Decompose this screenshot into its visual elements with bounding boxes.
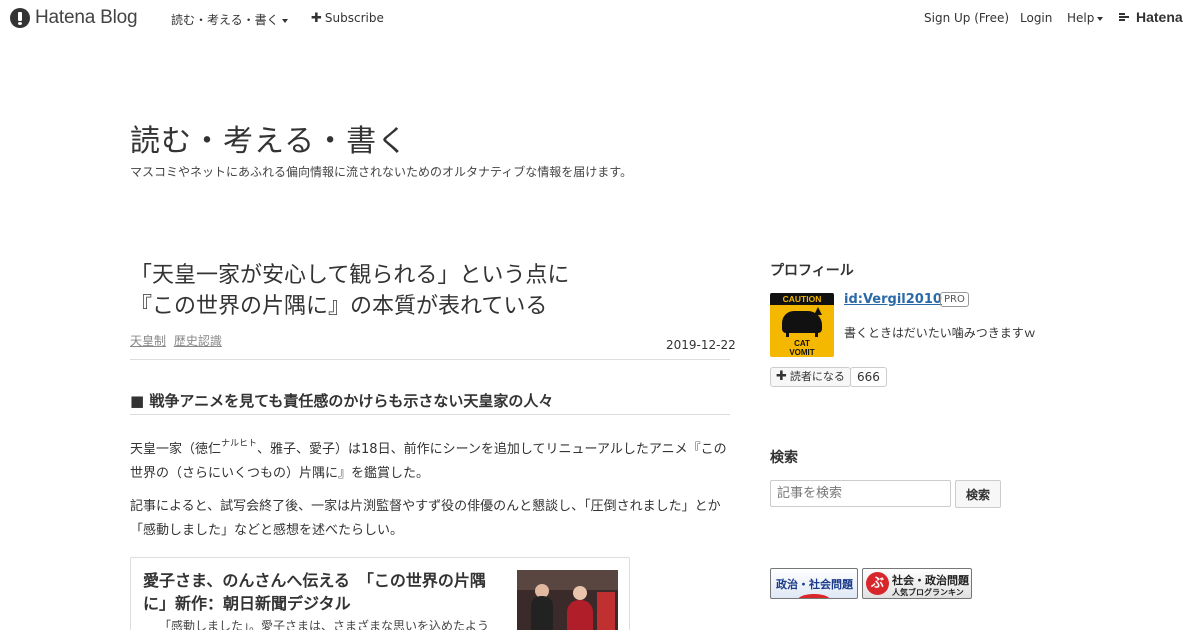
plus-icon: ✚ (311, 11, 322, 26)
help-label: Help (1067, 11, 1095, 25)
embed-card-snippet: 「感動しました」。愛子さまは、さまざまな思いを込めたよう (159, 619, 490, 630)
category-link[interactable]: 天皇制 (130, 334, 166, 348)
subscribe-label: Subscribe (324, 11, 384, 25)
entry-categories: 天皇制 歴史認識 (130, 332, 226, 349)
embed-card[interactable]: 愛子さま、のんさんへ伝える 「この世界の片隅に」新作：朝日新聞デジタル 「感動し… (130, 557, 630, 630)
chevron-down-icon (1097, 16, 1104, 21)
ranking-logo-icon: ぶ (866, 572, 889, 595)
banner-label: 政治・社会問題 (776, 578, 853, 591)
section-heading: ■ 戦争アニメを見ても責任感のかけらも示さない天皇家の人々 (130, 392, 554, 410)
blog-title[interactable]: 読む・考える・書く (130, 116, 408, 160)
signup-link[interactable]: Sign Up (Free) (924, 11, 1009, 25)
reader-button-label: 読者になる (789, 370, 845, 383)
avatar[interactable]: CAUTION CAT VOMIT (770, 293, 834, 357)
global-header: Hatena Blog 読む・考える・書く ✚ Subscribe Sign Up… (0, 0, 1200, 36)
blog-menu[interactable]: 読む・考える・書く (171, 11, 288, 28)
subscribe-button[interactable]: ✚ Subscribe (311, 11, 384, 26)
chevron-down-icon (281, 18, 288, 23)
banner-label: 社会・政治問題 (892, 574, 969, 587)
politics-ranking-banner[interactable]: 政治・社会問題 (770, 568, 858, 599)
profile-description: 書くときはだいたい噛みつきますｗ (844, 326, 1036, 340)
search-button[interactable]: 検索 (955, 480, 1001, 508)
brand-name: Hatena Blog (35, 7, 138, 28)
entry-title-line-2: 『この世界の片隅に』の本質が表れている (130, 294, 548, 319)
entry-title-line-1: 「天皇一家が安心して観られる」という点に (130, 263, 570, 288)
avatar-text: CAT VOMIT (789, 339, 815, 357)
hatena-mark-icon (1119, 12, 1133, 22)
subscribe-reader-button[interactable]: ✚ 読者になる (770, 367, 851, 387)
search-input[interactable] (770, 480, 951, 507)
hatena-blog-logo[interactable]: Hatena Blog (10, 7, 138, 29)
search-heading: 検索 (770, 450, 798, 466)
avatar-caution-label: CAUTION (770, 293, 834, 305)
hatena-logo-icon (10, 8, 30, 28)
banner-dot (797, 594, 831, 598)
profile-heading: プロフィール (770, 263, 854, 279)
hatena-link[interactable]: Hatena (1119, 9, 1183, 25)
embed-card-title[interactable]: 愛子さま、のんさんへ伝える 「この世界の片隅に」新作：朝日新聞デジタル (143, 569, 503, 615)
entry-title[interactable]: 「天皇一家が安心して観られる」という点に 『この世界の片隅に』の本質が表れている (130, 260, 730, 322)
category-link[interactable]: 歴史認識 (174, 334, 222, 348)
banner-sublabel: 人気ブログランキング (892, 588, 964, 597)
profile-id-link[interactable]: id:Vergil2010 (844, 292, 942, 307)
plus-icon: ✚ (776, 369, 787, 384)
login-link[interactable]: Login (1020, 11, 1052, 25)
blog-ranking-banner[interactable]: ぶ 社会・政治問題 人気ブログランキング (862, 568, 972, 599)
pro-badge: PRO (940, 292, 969, 307)
paragraph: 天皇一家（徳仁ナルヒト、雅子、愛子）は18日、前作にシーンを追加してリニューアル… (130, 439, 727, 481)
blog-description: マスコミやネットにあふれる偏向情報に流されないためのオルタナティブな情報を届けま… (130, 165, 633, 179)
cat-icon (782, 311, 822, 333)
divider (130, 414, 730, 415)
ruby-text: ナルヒト (221, 439, 258, 449)
help-menu[interactable]: Help (1067, 11, 1104, 25)
embed-card-thumbnail[interactable] (517, 570, 618, 630)
paragraph: 記事によると、試写会終了後、一家は片渕監督やすず役の俳優のんと懇談し、「圧倒され… (130, 499, 721, 538)
reader-count[interactable]: 666 (850, 367, 887, 387)
entry-date[interactable]: 2019-12-22 (666, 338, 736, 352)
blog-menu-label: 読む・考える・書く (171, 13, 279, 27)
hatena-label: Hatena (1136, 9, 1183, 25)
divider (130, 359, 730, 360)
